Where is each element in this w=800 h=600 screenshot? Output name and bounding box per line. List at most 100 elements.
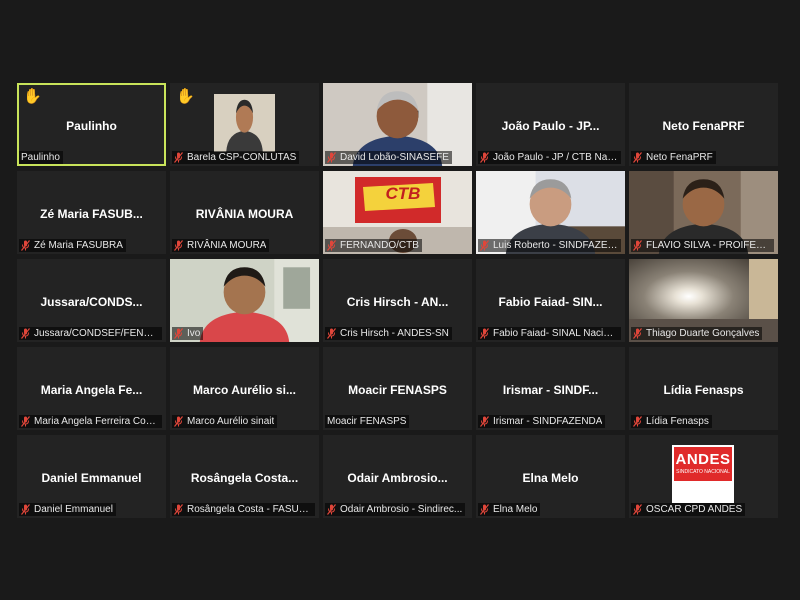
participant-display-name: Moacir FENASPS bbox=[348, 383, 447, 397]
participant-display-name: Fabio Faiad- SIN... bbox=[498, 295, 603, 309]
participant-tile[interactable]: Maria Angela Fe... Maria Angela Ferreira… bbox=[17, 347, 166, 430]
participant-name-label: OSCAR CPD ANDES bbox=[631, 503, 746, 516]
participant-tile[interactable]: Moacir FENASPS Moacir FENASPS bbox=[323, 347, 472, 430]
participant-name-label: Odair Ambrosio - Sindirec... bbox=[325, 503, 466, 516]
participant-name: Daniel Emmanuel bbox=[34, 504, 113, 515]
participant-name-label: Neto FenaPRF bbox=[631, 151, 716, 164]
participant-name: Ivo bbox=[187, 328, 201, 339]
participant-display-name: Lídia Fenasps bbox=[663, 383, 744, 397]
participant-name: RIVÂNIA MOURA bbox=[187, 240, 267, 251]
participant-tile[interactable]: Paulinho ✋ Paulinho bbox=[17, 83, 166, 166]
participant-tile[interactable]: Cris Hirsch - AN... Cris Hirsch - ANDES-… bbox=[323, 259, 472, 342]
participant-name-label: Zé Maria FASUBRA bbox=[19, 239, 126, 252]
participant-tile[interactable]: Rosângela Costa... Rosângela Costa - FAS… bbox=[170, 435, 319, 518]
participant-name-label: Rosângela Costa - FASUBRA bbox=[172, 503, 315, 516]
muted-mic-icon bbox=[21, 416, 30, 427]
participant-name: FLAVIO SILVA - PROIFES FE... bbox=[646, 240, 771, 251]
muted-mic-icon bbox=[174, 328, 183, 339]
participant-display-name: Daniel Emmanuel bbox=[41, 471, 142, 485]
participant-tile[interactable]: RIVÂNIA MOURA RIVÂNIA MOURA bbox=[170, 171, 319, 254]
participant-name: Luis Roberto - SINDFAZEN... bbox=[493, 240, 618, 251]
ctb-logo-text: CTB bbox=[385, 184, 421, 203]
raised-hand-icon: ✋ bbox=[23, 88, 42, 105]
participant-name-label: David Lobão-SINASEFE bbox=[325, 151, 452, 164]
participant-name: Zé Maria FASUBRA bbox=[34, 240, 123, 251]
participant-tile[interactable]: ✋ Barela CSP-CONLUTAS bbox=[170, 83, 319, 166]
participant-name: João Paulo - JP / CTB Naci... bbox=[493, 152, 618, 163]
participant-name-label: Thiago Duarte Gonçalves bbox=[631, 327, 763, 340]
muted-mic-icon bbox=[633, 416, 642, 427]
participant-tile[interactable]: Daniel Emmanuel Daniel Emmanuel bbox=[17, 435, 166, 518]
participant-name-label: FLAVIO SILVA - PROIFES FE... bbox=[631, 239, 774, 252]
participant-name-label: Marco Aurélio sinait bbox=[172, 415, 278, 428]
participant-name: Neto FenaPRF bbox=[646, 152, 713, 163]
participant-tile[interactable]: Marco Aurélio si... Marco Aurélio sinait bbox=[170, 347, 319, 430]
participant-tile[interactable]: Ivo bbox=[170, 259, 319, 342]
participant-display-name: João Paulo - JP... bbox=[501, 119, 600, 133]
participant-tile[interactable]: Odair Ambrosio... Odair Ambrosio - Sindi… bbox=[323, 435, 472, 518]
participant-name: Fabio Faiad- SINAL Nacional bbox=[493, 328, 618, 339]
muted-mic-icon bbox=[480, 416, 489, 427]
participant-tile[interactable]: ANDES SINDICATO NACIONAL OSCAR CPD ANDES bbox=[629, 435, 778, 518]
participant-display-name: Paulinho bbox=[66, 119, 117, 133]
participant-tile[interactable]: Irismar - SINDF... Irismar - SINDFAZENDA bbox=[476, 347, 625, 430]
participant-name: Maria Angela Ferreira Costa bbox=[34, 416, 159, 427]
participant-name: Cris Hirsch - ANDES-SN bbox=[340, 328, 449, 339]
participant-name-label: Daniel Emmanuel bbox=[19, 503, 116, 516]
participant-display-name: RIVÂNIA MOURA bbox=[195, 207, 294, 221]
participant-name-label: Elna Melo bbox=[478, 503, 541, 516]
participant-name: Barela CSP-CONLUTAS bbox=[187, 152, 297, 163]
participant-display-name: Rosângela Costa... bbox=[190, 471, 299, 485]
participant-grid: Paulinho ✋ Paulinho ✋ Barela CSP-CONLUTAS … bbox=[17, 83, 778, 520]
participant-name: Jussara/CONDSEF/FENADS... bbox=[34, 328, 159, 339]
muted-mic-icon bbox=[174, 416, 183, 427]
participant-name-label: Maria Angela Ferreira Costa bbox=[19, 415, 162, 428]
participant-name: David Lobão-SINASEFE bbox=[340, 152, 449, 163]
muted-mic-icon bbox=[327, 152, 336, 163]
muted-mic-icon bbox=[633, 504, 642, 515]
muted-mic-icon bbox=[21, 504, 30, 515]
participant-display-name: Neto FenaPRF bbox=[662, 119, 745, 133]
participant-name-label: Fabio Faiad- SINAL Nacional bbox=[478, 327, 621, 340]
participant-name: Lídia Fenasps bbox=[646, 416, 709, 427]
muted-mic-icon bbox=[21, 240, 30, 251]
participant-tile[interactable]: Luis Roberto - SINDFAZEN... bbox=[476, 171, 625, 254]
participant-tile[interactable]: Jussara/CONDS... Jussara/CONDSEF/FENADS.… bbox=[17, 259, 166, 342]
participant-name-label: Ivo bbox=[172, 327, 204, 340]
muted-mic-icon bbox=[480, 328, 489, 339]
participant-tile[interactable]: Zé Maria FASUB... Zé Maria FASUBRA bbox=[17, 171, 166, 254]
participant-tile[interactable]: Fabio Faiad- SIN... Fabio Faiad- SINAL N… bbox=[476, 259, 625, 342]
andes-logo-subtext: SINDICATO NACIONAL bbox=[676, 469, 730, 475]
andes-logo: ANDES SINDICATO NACIONAL bbox=[672, 445, 734, 503]
participant-tile[interactable]: Lídia Fenasps Lídia Fenasps bbox=[629, 347, 778, 430]
muted-mic-icon bbox=[327, 240, 336, 251]
muted-mic-icon bbox=[327, 328, 336, 339]
muted-mic-icon bbox=[21, 328, 30, 339]
participant-display-name: Cris Hirsch - AN... bbox=[346, 295, 449, 309]
participant-display-name: Odair Ambrosio... bbox=[347, 471, 448, 485]
participant-name: Moacir FENASPS bbox=[327, 416, 407, 427]
muted-mic-icon bbox=[480, 240, 489, 251]
participant-tile[interactable]: Neto FenaPRF Neto FenaPRF bbox=[629, 83, 778, 166]
participant-display-name: Zé Maria FASUB... bbox=[40, 207, 143, 221]
participant-name-label: Cris Hirsch - ANDES-SN bbox=[325, 327, 452, 340]
participant-tile[interactable]: FLAVIO SILVA - PROIFES FE... bbox=[629, 171, 778, 254]
participant-name-label: Jussara/CONDSEF/FENADS... bbox=[19, 327, 162, 340]
participant-name: Odair Ambrosio - Sindirec... bbox=[340, 504, 463, 515]
participant-name-label: Luis Roberto - SINDFAZEN... bbox=[478, 239, 621, 252]
participant-tile[interactable]: Thiago Duarte Gonçalves bbox=[629, 259, 778, 342]
muted-mic-icon bbox=[174, 504, 183, 515]
participant-tile[interactable]: João Paulo - JP... João Paulo - JP / CTB… bbox=[476, 83, 625, 166]
participant-name-label: Lídia Fenasps bbox=[631, 415, 712, 428]
participant-tile[interactable]: Elna Melo Elna Melo bbox=[476, 435, 625, 518]
participant-name-label: João Paulo - JP / CTB Naci... bbox=[478, 151, 621, 164]
muted-mic-icon bbox=[480, 152, 489, 163]
muted-mic-icon bbox=[480, 504, 489, 515]
participant-name-label: Barela CSP-CONLUTAS bbox=[172, 151, 300, 164]
participant-tile[interactable]: CTB FERNANDO/CTB bbox=[323, 171, 472, 254]
participant-display-name: Marco Aurélio si... bbox=[193, 383, 296, 397]
participant-name-label: Paulinho bbox=[19, 151, 63, 164]
muted-mic-icon bbox=[327, 504, 336, 515]
participant-tile[interactable]: David Lobão-SINASEFE bbox=[323, 83, 472, 166]
participant-display-name: Elna Melo bbox=[522, 471, 579, 485]
